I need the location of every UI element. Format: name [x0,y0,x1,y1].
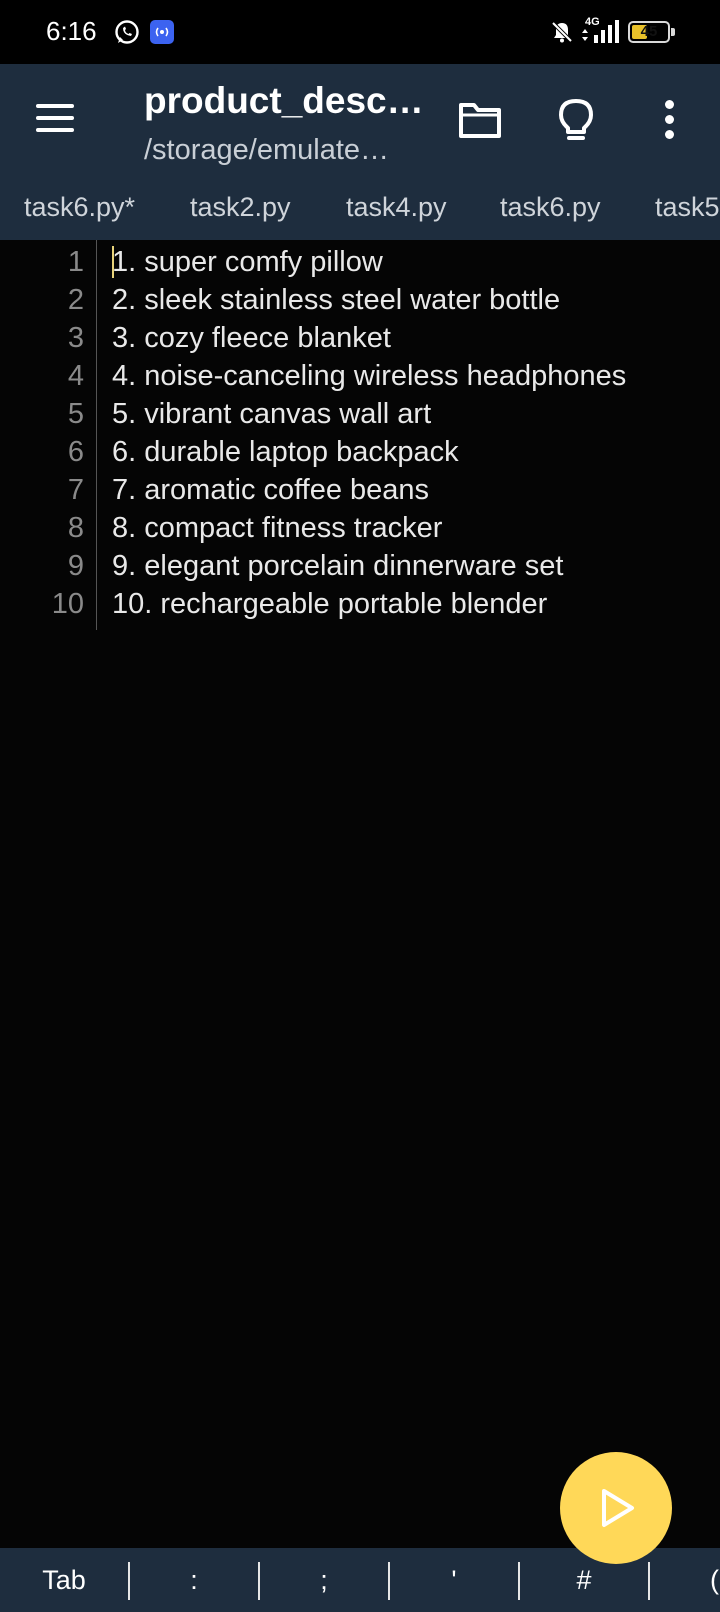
app-bar: product_desc… /storage/emulate… [0,64,720,176]
run-button[interactable] [560,1452,672,1564]
code-line[interactable]: 4. noise-canceling wireless headphones [112,357,626,395]
key-semicolon[interactable]: ; [260,1548,388,1612]
line-number: 5 [67,398,84,430]
notifications-off-icon [551,21,573,43]
tab-task6[interactable]: task6.py [500,192,601,223]
file-path: /storage/emulate… [144,134,390,166]
code-line[interactable]: 5. vibrant canvas wall art [112,395,431,433]
code-line[interactable]: 10. rechargeable portable blender [112,585,547,623]
more-vert-icon[interactable] [660,100,680,140]
key-quote[interactable]: ' [390,1548,518,1612]
line-number: 6 [67,436,84,468]
line-number: 3 [67,322,84,354]
key-tab[interactable]: Tab [0,1548,128,1612]
status-bar: 6:16 4G 45 [0,0,720,64]
line-number: 4 [67,360,84,392]
line-number: 1 [67,246,84,278]
line-number: 7 [67,474,84,506]
tab-task6-modified[interactable]: task6.py* [24,192,135,223]
screen: 6:16 4G 45 product_desc… /storage/emulat… [0,0,720,1612]
gutter-divider [96,240,97,630]
tab-bar: task6.py* task2.py task4.py task6.py tas… [0,176,720,240]
key-paren-open[interactable]: ( [650,1548,720,1612]
lightbulb-icon[interactable] [556,98,596,144]
battery-icon: 45 [628,21,670,43]
battery-percent: 45 [640,23,658,40]
play-icon [602,1489,634,1527]
file-title: product_desc… [144,80,424,121]
code-editor[interactable]: 1 2 3 4 5 6 7 8 9 10 1. super comfy pill… [0,240,720,1548]
tab-task4[interactable]: task4.py [346,192,447,223]
folder-icon[interactable] [458,100,502,140]
hotspot-icon [150,20,174,44]
line-number: 9 [67,550,84,582]
tab-task5[interactable]: task5 [655,192,720,223]
whatsapp-icon [115,20,139,44]
code-line[interactable]: 2. sleek stainless steel water bottle [112,281,560,319]
line-number: 10 [51,588,84,620]
tab-task2[interactable]: task2.py [190,192,291,223]
menu-icon[interactable] [36,102,76,134]
code-line[interactable]: 8. compact fitness tracker [112,509,442,547]
line-number: 2 [67,284,84,316]
line-number: 8 [67,512,84,544]
code-line[interactable]: 1. super comfy pillow [112,243,383,281]
code-line[interactable]: 7. aromatic coffee beans [112,471,429,509]
signal-icon [582,20,619,43]
code-line[interactable]: 6. durable laptop backpack [112,433,459,471]
code-line[interactable]: 3. cozy fleece blanket [112,319,391,357]
key-colon[interactable]: : [130,1548,258,1612]
status-time: 6:16 [46,16,97,46]
code-line[interactable]: 9. elegant porcelain dinnerware set [112,547,563,585]
battery-tip [671,28,675,36]
